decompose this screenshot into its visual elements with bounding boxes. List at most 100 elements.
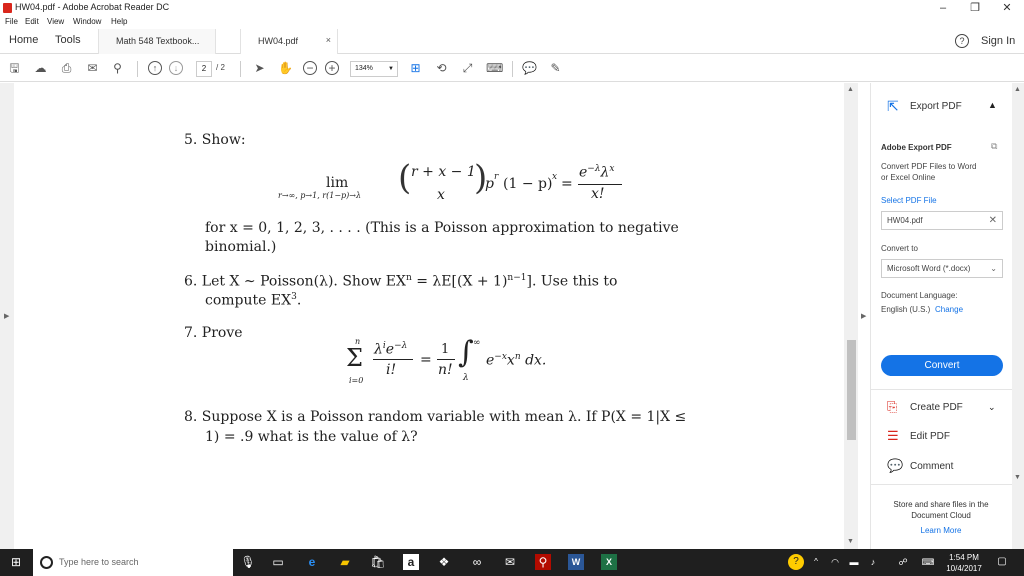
scroll-up-icon[interactable]: ▲ bbox=[847, 86, 854, 93]
next-page-icon[interactable]: ↓ bbox=[169, 61, 183, 75]
left-paren: ( bbox=[398, 158, 412, 198]
copy-icon[interactable]: ⧉ bbox=[991, 141, 997, 152]
frac1-lambda: λ bbox=[374, 341, 383, 358]
chevron-down-icon[interactable]: ⌄ bbox=[988, 402, 996, 413]
zoom-level-select[interactable]: 134% ▼ bbox=[350, 61, 398, 77]
selected-file-field[interactable]: HW04.pdf ✕ bbox=[881, 211, 1003, 230]
rhs-e-exponent: −λ bbox=[587, 164, 601, 174]
wifi-icon[interactable]: ◠ bbox=[827, 554, 843, 570]
tab-tools[interactable]: Tools bbox=[55, 34, 81, 46]
microphone-icon[interactable]: 🎙 bbox=[240, 554, 256, 570]
word-icon[interactable]: W bbox=[568, 554, 584, 570]
search-placeholder: Type here to search bbox=[59, 557, 139, 567]
comment-tool[interactable]: Comment bbox=[910, 461, 953, 472]
tab-home[interactable]: Home bbox=[9, 34, 38, 46]
binomial-bottom: x bbox=[437, 187, 445, 203]
remove-file-icon[interactable]: ✕ bbox=[989, 212, 997, 229]
menu-edit[interactable]: Edit bbox=[25, 17, 39, 26]
integral-lower-limit: λ bbox=[463, 373, 469, 383]
dropbox-icon[interactable]: ❖ bbox=[436, 554, 452, 570]
collapse-right-panel-icon[interactable]: ▶ bbox=[861, 312, 866, 320]
page-number-input[interactable]: 2 bbox=[196, 61, 212, 77]
save-icon[interactable]: 🖫 bbox=[7, 61, 22, 76]
email-icon[interactable]: ✉ bbox=[85, 61, 100, 76]
convert-button[interactable]: Convert bbox=[881, 355, 1003, 376]
limit-text: lim bbox=[326, 175, 349, 191]
cloud-upload-icon[interactable]: ☁ bbox=[33, 61, 48, 76]
p6-text-a: 6. Let X ∼ Poisson(λ). Show EX bbox=[184, 273, 406, 290]
zoom-in-icon[interactable]: + bbox=[325, 61, 339, 75]
export-pdf-header[interactable]: Export PDF bbox=[910, 101, 962, 112]
system-clock[interactable]: 1:54 PM 10/4/2017 bbox=[944, 552, 984, 574]
create-pdf-tool[interactable]: Create PDF bbox=[910, 402, 963, 413]
zoom-out-icon[interactable]: − bbox=[303, 61, 317, 75]
excel-icon[interactable]: X bbox=[601, 554, 617, 570]
close-tab-icon[interactable]: × bbox=[326, 35, 331, 45]
integrand-dx: dx. bbox=[520, 352, 547, 369]
integrand: e−xxn dx. bbox=[486, 352, 546, 369]
menu-window[interactable]: Window bbox=[73, 17, 101, 26]
edit-pdf-tool[interactable]: Edit PDF bbox=[910, 431, 950, 442]
maximize-button[interactable]: ❐ bbox=[960, 1, 990, 15]
rotate-icon[interactable]: ⟲ bbox=[434, 61, 449, 76]
print-icon[interactable]: ⎙ bbox=[59, 61, 74, 76]
one-minus-p: (1 − p) bbox=[503, 176, 553, 192]
close-window-button[interactable]: ✕ bbox=[992, 1, 1022, 15]
comment-icon[interactable]: 💬 bbox=[522, 61, 537, 76]
network-icon[interactable]: ☍ bbox=[895, 554, 911, 570]
fit-page-icon[interactable]: ⊞ bbox=[408, 61, 423, 76]
help-icon[interactable]: ? bbox=[955, 34, 969, 48]
menu-file[interactable]: File bbox=[5, 17, 18, 26]
select-pdf-label: Select PDF File bbox=[881, 196, 937, 205]
panel-scroll-up-icon[interactable]: ▲ bbox=[1014, 86, 1021, 93]
keyboard-icon[interactable]: ⌨ bbox=[486, 61, 503, 76]
full-screen-icon[interactable]: ⤢ bbox=[460, 61, 475, 76]
integrand-x: x bbox=[506, 352, 515, 369]
tray-chevron-icon[interactable]: ^ bbox=[808, 554, 824, 570]
chevron-up-icon[interactable]: ▲ bbox=[988, 100, 997, 110]
learn-more-link[interactable]: Learn More bbox=[875, 526, 1007, 535]
keyboard-tray-icon[interactable]: ⌨ bbox=[920, 554, 936, 570]
amazon-icon[interactable]: a bbox=[403, 554, 419, 570]
document-scrollbar[interactable] bbox=[844, 83, 858, 549]
acrobat-taskbar-icon[interactable]: ⚲ bbox=[535, 554, 551, 570]
taskbar-search-box[interactable]: Type here to search bbox=[33, 549, 233, 576]
chevron-down-icon: ▼ bbox=[388, 66, 394, 72]
sum-lower-limit: i=0 bbox=[349, 376, 364, 385]
doc-tab-hw04[interactable]: HW04.pdf × bbox=[240, 29, 338, 54]
problem-8-line-1: 8. Suppose X is a Poisson random variabl… bbox=[184, 409, 687, 425]
mail-icon[interactable]: ✉ bbox=[502, 554, 518, 570]
file-explorer-icon[interactable]: ▰ bbox=[337, 554, 353, 570]
menu-help[interactable]: Help bbox=[111, 17, 127, 26]
hand-tool-icon[interactable]: ✋ bbox=[278, 61, 293, 76]
scrollbar-thumb[interactable] bbox=[847, 340, 856, 440]
scroll-down-icon[interactable]: ▼ bbox=[847, 538, 854, 545]
p-exponent: r bbox=[494, 172, 499, 182]
previous-page-icon[interactable]: ↑ bbox=[148, 61, 162, 75]
minimize-button[interactable]: – bbox=[928, 1, 958, 15]
task-view-icon[interactable]: ▭ bbox=[270, 554, 286, 570]
windows-start-icon[interactable]: ⊞ bbox=[8, 554, 24, 570]
doc-tab-textbook[interactable]: Math 548 Textbook... bbox=[98, 29, 216, 54]
convert-format-select[interactable]: Microsoft Word (*.docx) ⌄ bbox=[881, 259, 1003, 278]
menu-view[interactable]: View bbox=[47, 17, 64, 26]
search-icon[interactable]: ⚲ bbox=[110, 61, 125, 76]
help-tray-icon[interactable]: ? bbox=[788, 554, 804, 570]
select-cursor-icon[interactable]: ➤ bbox=[252, 61, 267, 76]
battery-icon[interactable]: ▬ bbox=[846, 554, 862, 570]
panel-scroll-down-icon[interactable]: ▼ bbox=[1014, 474, 1021, 481]
expand-left-panel-icon[interactable]: ▶ bbox=[4, 312, 9, 320]
pen-icon[interactable]: ✎ bbox=[548, 61, 563, 76]
notifications-icon[interactable]: ▢ bbox=[994, 554, 1010, 570]
change-language-link[interactable]: Change bbox=[935, 305, 963, 314]
store-icon[interactable]: 🛍 bbox=[370, 554, 386, 570]
p-term: p bbox=[485, 176, 494, 192]
infinity-app-icon[interactable]: ∞ bbox=[469, 554, 485, 570]
edge-browser-icon[interactable]: e bbox=[304, 554, 320, 570]
convert-format-value: Microsoft Word (*.docx) bbox=[887, 264, 971, 273]
right-tools-panel bbox=[870, 83, 1012, 549]
sign-in-link[interactable]: Sign In bbox=[981, 35, 1015, 47]
volume-icon[interactable]: ♪ bbox=[865, 554, 881, 570]
frac2-numerator: 1 bbox=[441, 342, 450, 357]
problem-5-line-1: for x = 0, 1, 2, 3, . . . . (This is a P… bbox=[205, 220, 679, 236]
